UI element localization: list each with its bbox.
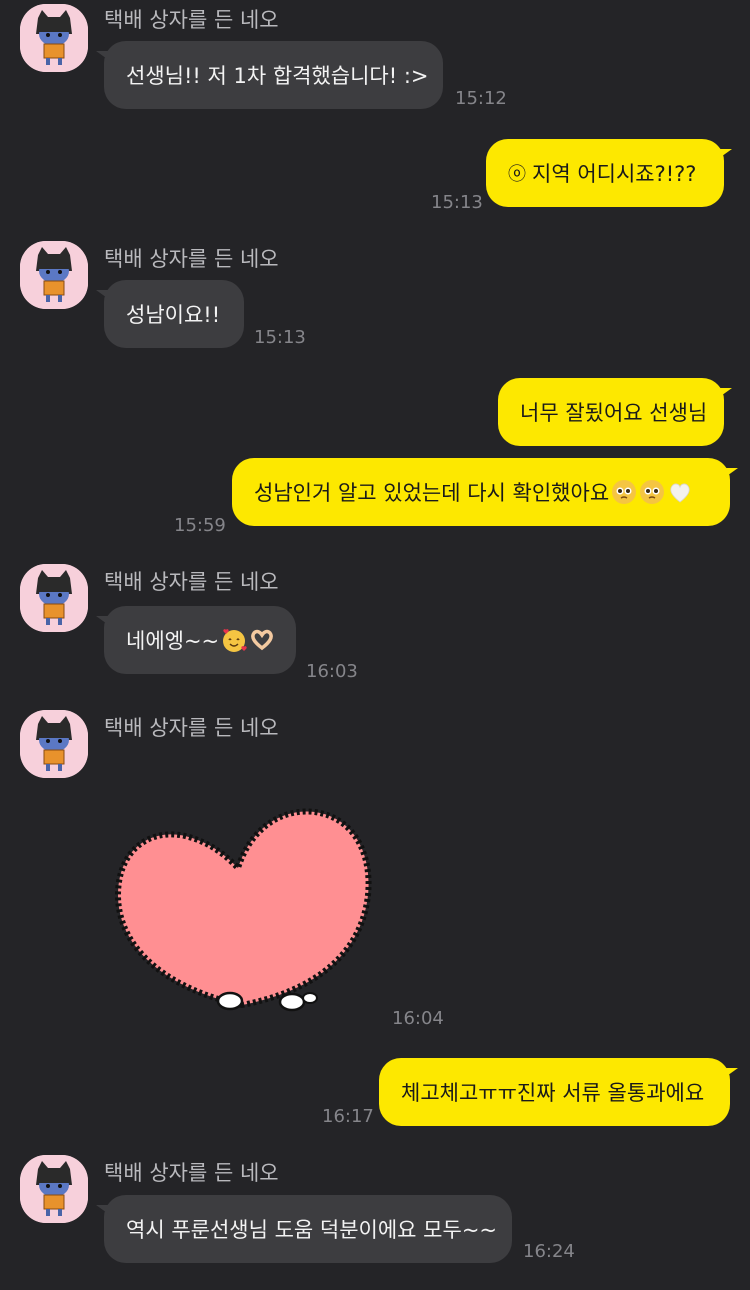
sender-name: 택배 상자를 든 네오 [104,1161,279,1185]
sender-avatar[interactable] [20,710,88,778]
message-text: 네에엥~~ [126,629,220,653]
message-bubble[interactable]: 성남이요!! [96,280,244,348]
message-bubble[interactable]: 성남인거 알고 있었는데 다시 확인했아요 [232,458,738,526]
message-time: 16:17 [322,1106,374,1127]
message-time: 15:13 [431,192,483,213]
message-text: 너무 잘됬어요 선생님 [520,401,708,425]
message-bubble[interactable]: ⓞ 지역 어디시죠?!?? [486,139,732,207]
white-heart-emoji-icon [667,479,693,505]
neo-character-icon [20,1155,88,1223]
sender-avatar[interactable] [20,241,88,309]
message-text: 역시 푸룬선생님 도움 덕분이에요 모두~~ [126,1218,498,1242]
message-text: 성남이요!! [126,303,221,327]
sender-avatar[interactable] [20,1155,88,1223]
message-time: 15:13 [254,327,306,348]
sender-name: 택배 상자를 든 네오 [104,8,279,32]
sender-name: 택배 상자를 든 네오 [104,247,279,271]
pleading-face-emoji-icon [611,479,637,505]
sender-avatar[interactable] [20,4,88,72]
heart-sticker[interactable] [110,800,380,1020]
message-bubble[interactable]: 선생님!! 저 1차 합격했습니다! :> [96,41,443,109]
neo-character-icon [20,4,88,72]
sender-name: 택배 상자를 든 네오 [104,570,279,594]
sender-name: 택배 상자를 든 네오 [104,716,279,740]
message-bubble[interactable]: 체고체고ㅠㅠ진짜 서류 올통과에요 [379,1058,738,1126]
message-bubble[interactable]: 역시 푸룬선생님 도움 덕분이에요 모두~~ [96,1195,512,1263]
face-emoji-icon: ⓞ [508,164,526,185]
neo-character-icon [20,241,88,309]
message-time: 16:04 [392,1008,444,1029]
message-time: 15:59 [174,515,226,536]
message-text: 체고체고ㅠㅠ진짜 서류 올통과에요 [401,1081,705,1105]
neo-character-icon [20,710,88,778]
smiling-face-with-hearts-emoji-icon [221,627,247,653]
message-text: 선생님!! 저 1차 합격했습니다! :> [126,64,429,88]
message-time: 15:12 [455,88,507,109]
sender-avatar[interactable] [20,564,88,632]
pleading-face-emoji-icon [639,479,665,505]
message-text: 성남인거 알고 있었는데 다시 확인했아요 [254,481,610,505]
neo-character-icon [20,564,88,632]
message-time: 16:03 [306,661,358,682]
message-text: 지역 어디시죠?!?? [532,162,697,186]
message-bubble[interactable]: 네에엥~~ [96,606,296,674]
heart-sticker-icon [114,808,372,1012]
message-time: 16:24 [523,1241,575,1262]
message-bubble[interactable]: 너무 잘됬어요 선생님 [498,378,732,446]
heart-hands-emoji-icon [249,627,275,653]
